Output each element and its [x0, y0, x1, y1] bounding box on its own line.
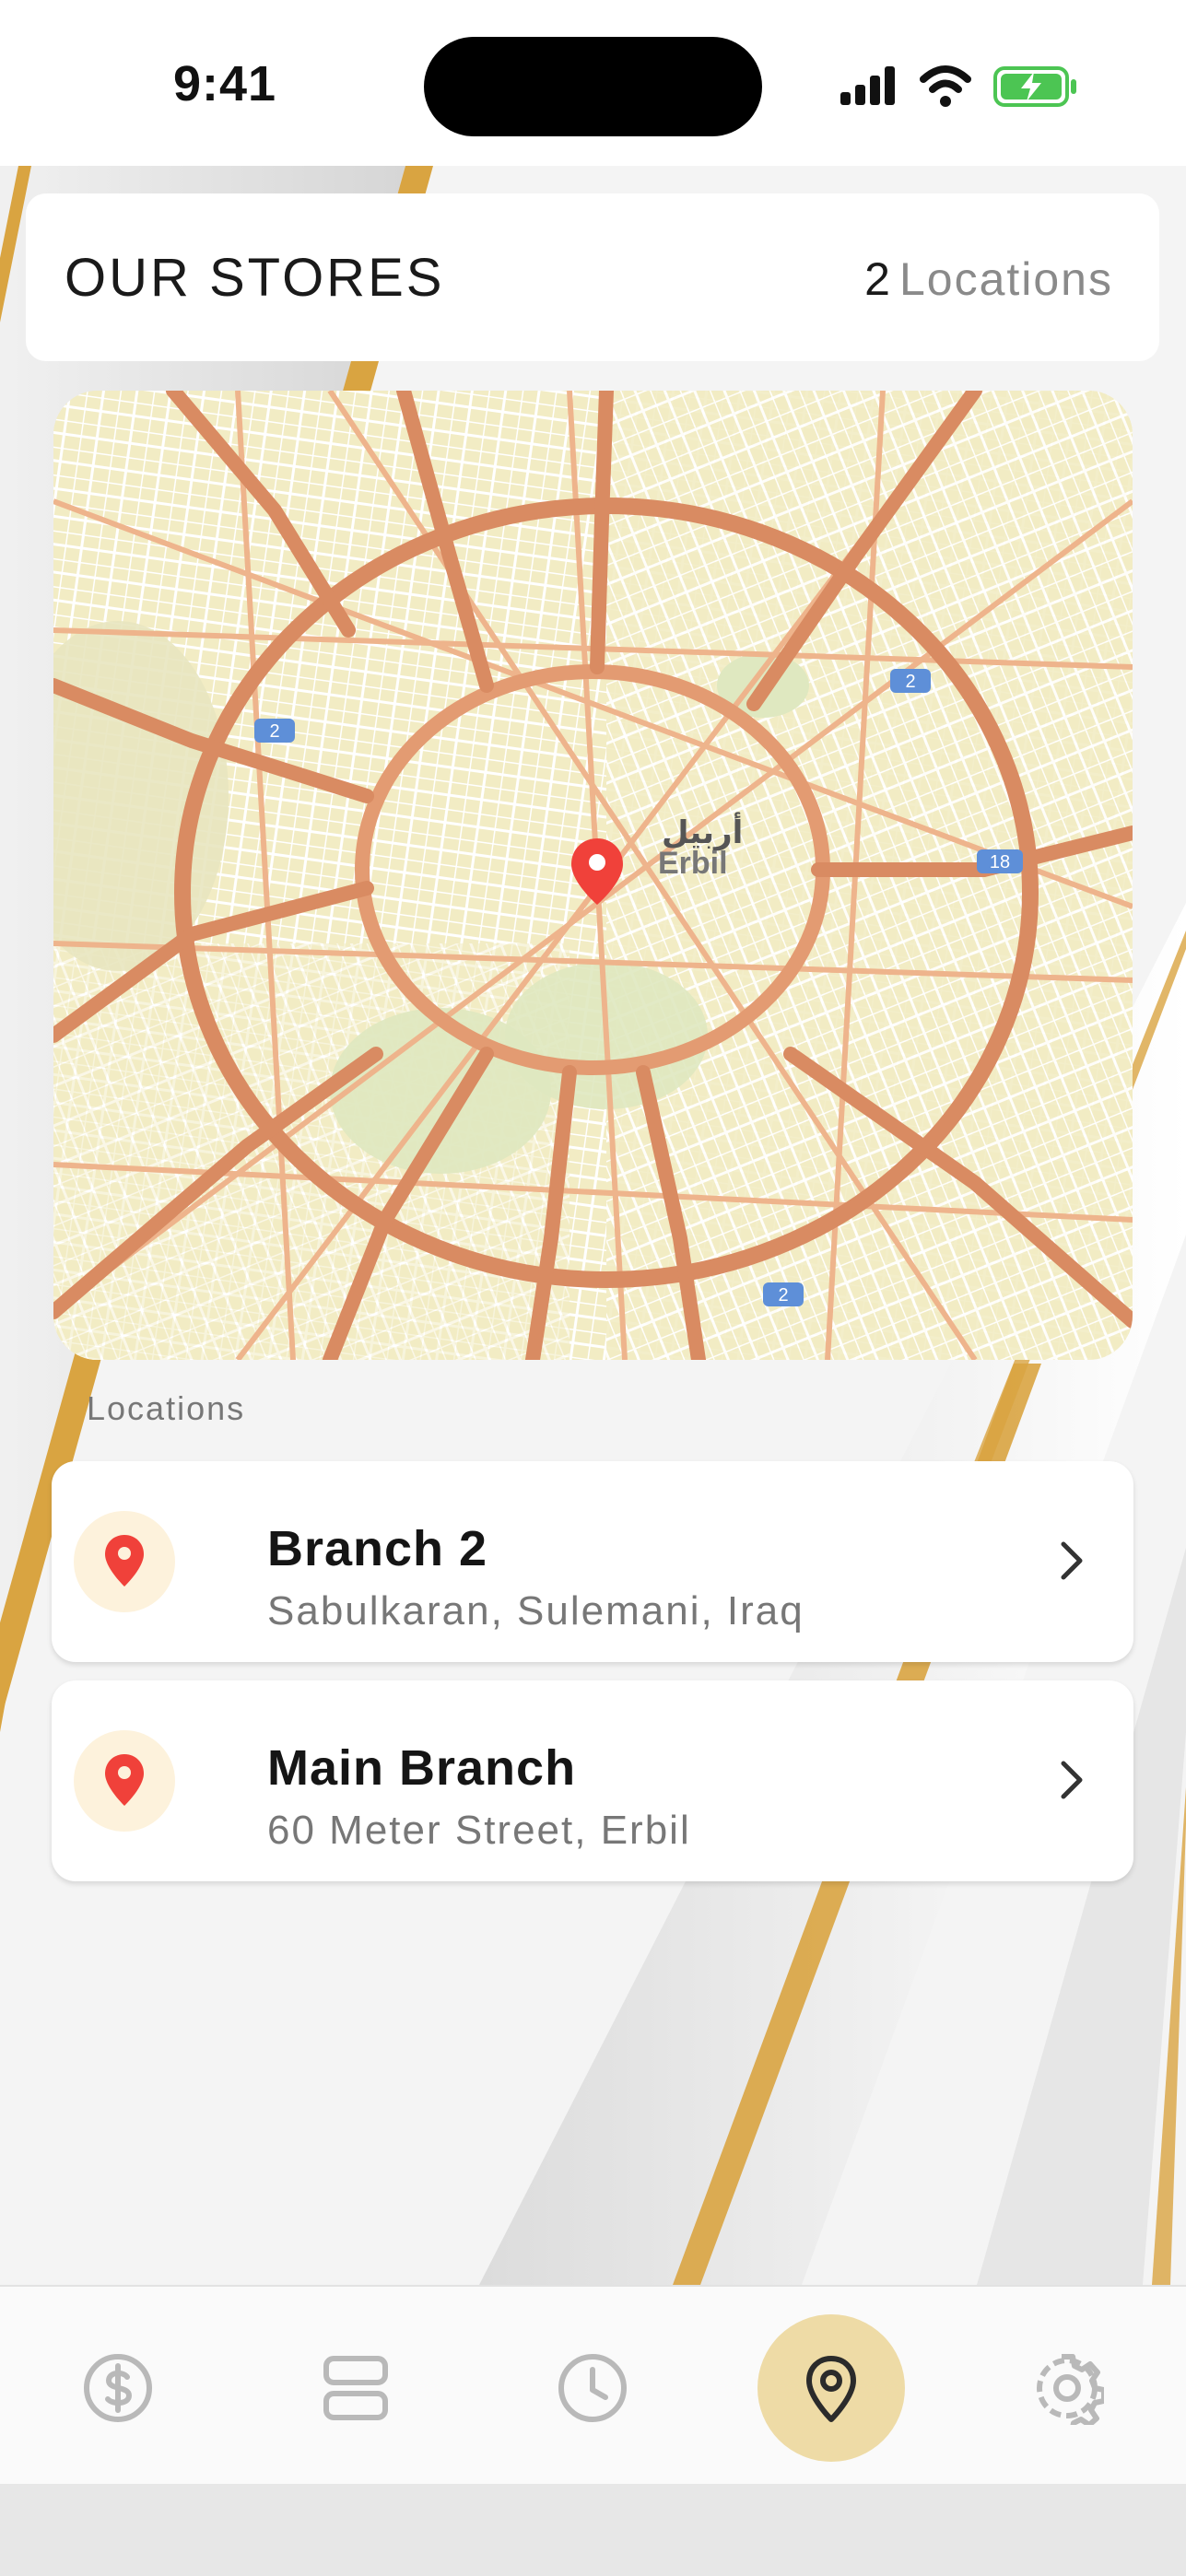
- locations-section-label: Locations: [87, 1389, 246, 1427]
- page-title: OUR STORES: [65, 248, 445, 308]
- chevron-right-icon: [1061, 1541, 1083, 1580]
- road-badge: 2: [763, 1282, 804, 1306]
- nav-item-locations[interactable]: [757, 2314, 905, 2462]
- clock-icon: [558, 2354, 627, 2422]
- location-item-main-branch[interactable]: Main Branch 60 Meter Street, Erbil: [52, 1680, 1133, 1881]
- road-badge: 2: [890, 669, 931, 693]
- map-city-label: Erbil: [658, 846, 728, 881]
- stores-header: OUR STORES 2 Locations: [26, 193, 1159, 361]
- location-icon-badge: [74, 1730, 175, 1832]
- chevron-right-icon: [1061, 1761, 1083, 1799]
- svg-text:2: 2: [269, 721, 279, 742]
- dollar-circle-icon: [84, 2354, 152, 2422]
- location-name: Main Branch: [267, 1740, 577, 1796]
- location-item-branch-2[interactable]: Branch 2 Sabulkaran, Sulemani, Iraq: [52, 1461, 1133, 1662]
- battery-icon: [993, 66, 1076, 107]
- signal-icon: [840, 66, 895, 105]
- location-count-number: 2: [864, 253, 890, 305]
- location-pin-icon: [105, 1535, 144, 1587]
- nav-item-payments[interactable]: [44, 2314, 192, 2462]
- status-bar: 9:41: [0, 0, 1186, 166]
- wifi-icon: [920, 65, 971, 107]
- nav-item-settings[interactable]: [993, 2314, 1141, 2462]
- bottom-nav: [0, 2285, 1186, 2486]
- map-canvas[interactable]: 2 2 18 2: [53, 391, 1133, 1360]
- location-count-label: Locations: [898, 253, 1113, 305]
- list-rows-icon: [323, 2356, 388, 2420]
- location-address: 60 Meter Street, Erbil: [267, 1808, 691, 1853]
- dynamic-island: [424, 37, 762, 136]
- svg-text:18: 18: [990, 852, 1010, 872]
- nav-item-history[interactable]: [519, 2314, 666, 2462]
- location-count: 2 Locations: [864, 252, 1113, 306]
- location-pin-icon: [105, 1754, 144, 1806]
- status-icons: [840, 65, 1076, 107]
- svg-text:2: 2: [905, 672, 915, 692]
- screen: 9:41 OUR STORES 2 Locations 2 2 18 2 أرب…: [0, 0, 1186, 2576]
- home-indicator-area: [0, 2484, 1186, 2576]
- location-name: Branch 2: [267, 1521, 488, 1576]
- location-address: Sabulkaran, Sulemani, Iraq: [267, 1588, 804, 1633]
- road-badge: 18: [977, 849, 1023, 873]
- gear-icon: [1037, 2354, 1104, 2425]
- location-icon-badge: [74, 1511, 175, 1612]
- svg-text:2: 2: [778, 1285, 788, 1306]
- stores-map[interactable]: 2 2 18 2 أربيل Erbil: [53, 391, 1133, 1360]
- location-pin-icon: [806, 2356, 856, 2422]
- nav-item-list[interactable]: [282, 2314, 429, 2462]
- status-time: 9:41: [173, 56, 277, 111]
- road-badge: 2: [254, 719, 295, 743]
